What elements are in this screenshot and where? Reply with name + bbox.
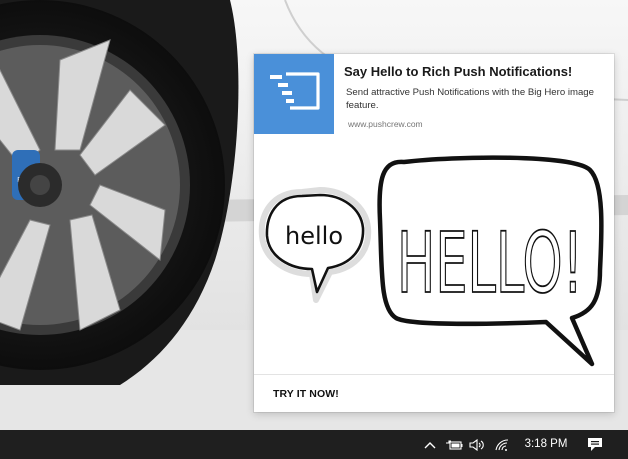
hero-image: hello HELLO! [254,140,614,374]
left-speech-bubble: hello [258,187,372,303]
taskbar: 3:18 PM [0,430,628,459]
push-notification-toast[interactable]: Say Hello to Rich Push Notifications! Se… [254,54,614,412]
chevron-up-icon[interactable] [420,430,440,459]
right-bubble-text: HELLO! [397,214,583,312]
notification-title: Say Hello to Rich Push Notifications! [344,64,573,79]
try-it-now-label: TRY IT NOW! [273,388,339,400]
wifi-icon[interactable] [492,430,512,459]
volume-icon[interactable] [467,430,487,459]
notification-body: Send attractive Push Notifications with … [346,87,594,111]
notification-header: Say Hello to Rich Push Notifications! Se… [254,54,614,134]
left-bubble-text: hello [285,222,343,250]
notification-center-icon[interactable] [582,430,608,459]
battery-icon[interactable] [443,430,465,459]
right-speech-bubble: HELLO! [377,155,604,367]
try-it-now-button[interactable]: TRY IT NOW! [254,375,614,412]
taskbar-clock[interactable]: 3:18 PM [518,430,574,459]
pushcrew-logo-icon [254,54,334,134]
notification-source: www.pushcrew.com [348,119,423,129]
